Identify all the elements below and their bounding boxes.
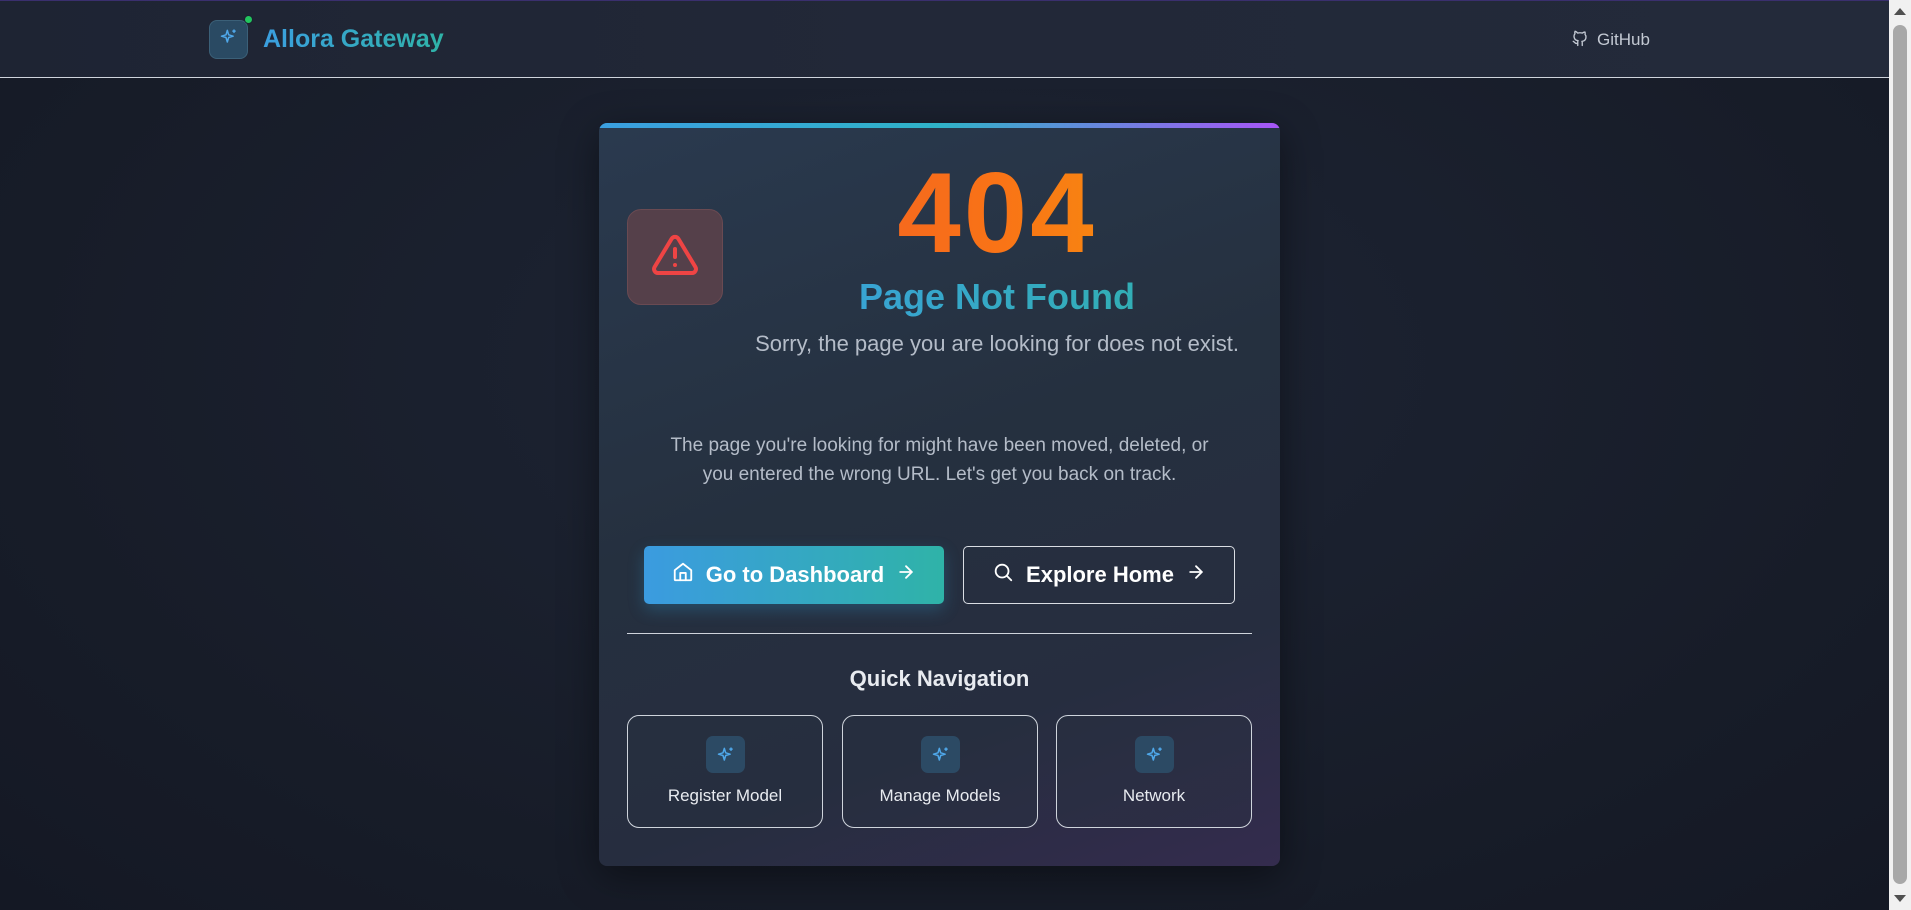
quick-nav-label: Manage Models xyxy=(879,786,1001,805)
vertical-scrollbar[interactable] xyxy=(1889,0,1911,910)
sparkles-icon xyxy=(219,27,239,52)
scroll-down-arrow-icon[interactable] xyxy=(1894,895,1906,902)
arrow-right-icon xyxy=(1186,562,1206,588)
page-subtitle: Sorry, the page you are looking for does… xyxy=(755,331,1239,356)
github-label: GitHub xyxy=(1597,30,1650,49)
page-title: Page Not Found xyxy=(739,276,1255,318)
top-navbar: Allora Gateway GitHub xyxy=(0,0,1889,78)
not-found-card: 404 Page Not Found Sorry, the page you a… xyxy=(599,123,1280,866)
error-code: 404 xyxy=(739,151,1255,277)
quick-navigation-title: Quick Navigation xyxy=(849,666,1030,691)
home-icon xyxy=(672,561,694,589)
alert-triangle-icon xyxy=(651,231,699,284)
arrow-right-icon xyxy=(896,562,916,588)
quick-nav-network[interactable]: Network xyxy=(1056,715,1252,828)
github-icon xyxy=(1571,29,1589,52)
logo[interactable] xyxy=(209,20,248,59)
search-icon xyxy=(992,561,1014,589)
divider xyxy=(627,633,1252,634)
github-link[interactable]: GitHub xyxy=(1571,28,1650,52)
quick-nav-manage-models[interactable]: Manage Models xyxy=(842,715,1038,828)
sparkles-icon xyxy=(1135,736,1174,773)
card-accent-bar xyxy=(599,123,1280,128)
status-dot xyxy=(244,15,253,24)
warning-badge xyxy=(627,209,723,305)
brand-name[interactable]: Allora Gateway xyxy=(263,25,444,54)
sparkles-icon xyxy=(921,736,960,773)
quick-nav-label: Network xyxy=(1122,786,1186,805)
explore-button-label: Explore Home xyxy=(1026,562,1174,587)
go-to-dashboard-button[interactable]: Go to Dashboard xyxy=(644,546,944,604)
page: Allora Gateway GitHub 404 Page Not Found xyxy=(0,0,1889,910)
sparkles-icon xyxy=(706,736,745,773)
explore-home-button[interactable]: Explore Home xyxy=(963,546,1235,604)
error-description: The page you're looking for might have b… xyxy=(670,435,1209,485)
dashboard-button-label: Go to Dashboard xyxy=(705,562,885,587)
quick-nav-label: Register Model xyxy=(667,786,783,805)
scroll-up-arrow-icon[interactable] xyxy=(1894,8,1906,15)
quick-nav-register-model[interactable]: Register Model xyxy=(627,715,823,828)
scrollbar-thumb[interactable] xyxy=(1893,25,1907,884)
